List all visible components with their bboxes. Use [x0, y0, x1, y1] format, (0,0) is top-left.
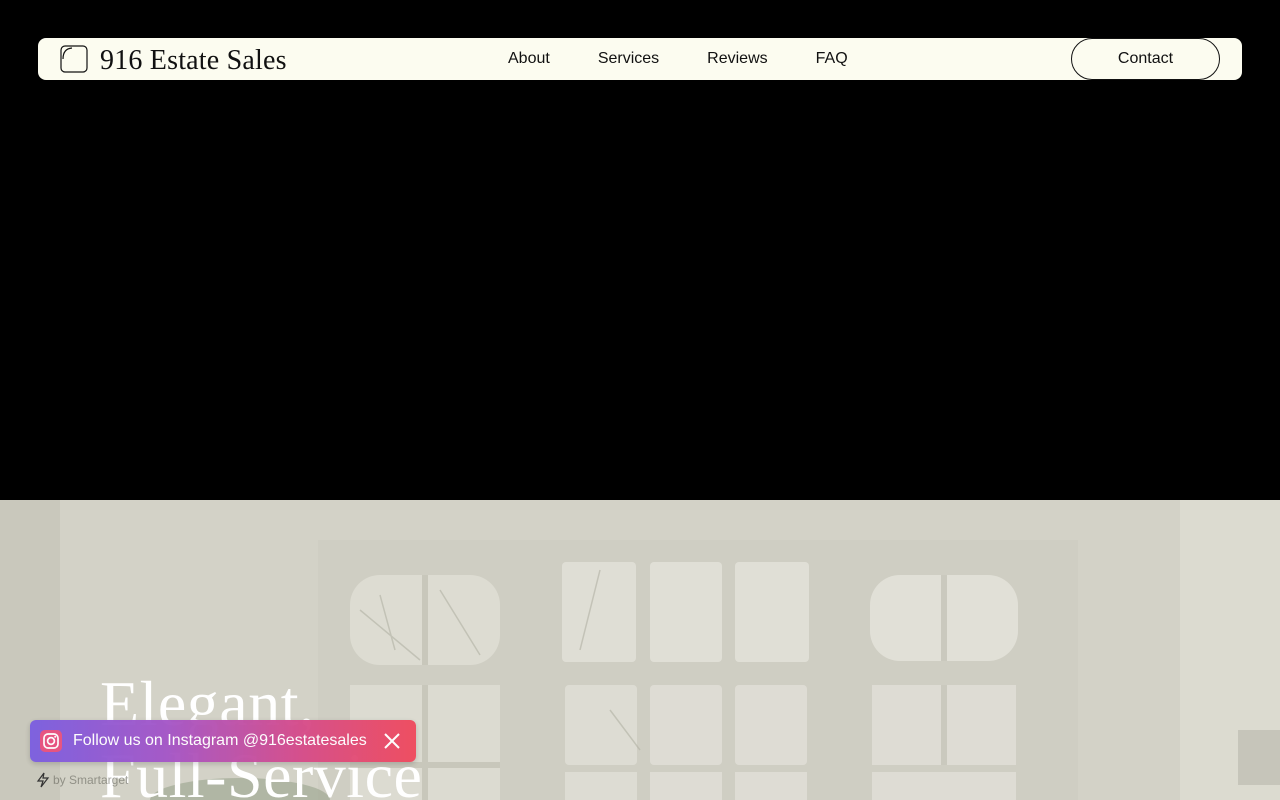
- nav-link-reviews[interactable]: Reviews: [707, 50, 767, 68]
- lightning-icon: [36, 772, 50, 788]
- nav-link-faq[interactable]: FAQ: [816, 50, 848, 68]
- rounded-square-logo-icon: [60, 45, 88, 73]
- instagram-follow-bar[interactable]: Follow us on Instagram @916estatesales: [30, 720, 416, 762]
- top-navbar: 916 Estate Sales About Services Reviews …: [38, 38, 1242, 80]
- brand-name: 916 Estate Sales: [100, 44, 287, 76]
- powered-by-text: by Smartarget: [53, 773, 129, 787]
- contact-button[interactable]: Contact: [1071, 38, 1220, 80]
- instagram-follow-text: Follow us on Instagram @916estatesales: [73, 732, 367, 749]
- page: 916 Estate Sales About Services Reviews …: [0, 0, 1280, 800]
- instagram-icon: [40, 730, 62, 752]
- nav-link-about[interactable]: About: [508, 50, 550, 68]
- main-nav: About Services Reviews FAQ: [508, 38, 848, 80]
- nav-link-services[interactable]: Services: [598, 50, 659, 68]
- close-icon[interactable]: [382, 731, 402, 751]
- powered-by-link[interactable]: by Smartarget: [36, 770, 128, 790]
- brand-home-link[interactable]: 916 Estate Sales: [60, 44, 287, 76]
